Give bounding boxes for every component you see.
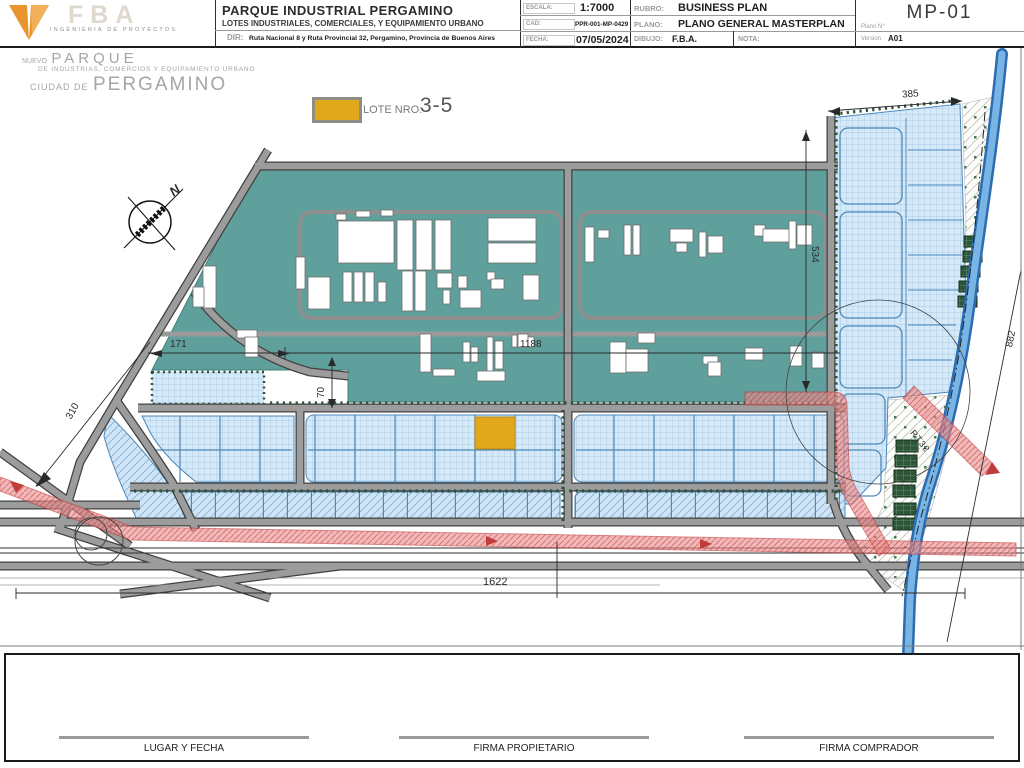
signature-comprador: FIRMA COMPRADOR	[744, 736, 994, 754]
legend-label: LOTE NRO:	[363, 104, 422, 116]
dir-label: DIR:	[227, 33, 243, 42]
sheet-title: PARQUE INDUSTRIAL PERGAMINO	[222, 3, 453, 18]
dim-385: 385	[902, 88, 919, 100]
dim-171: 171	[170, 339, 187, 350]
promo-parque: PARQUE	[51, 50, 137, 67]
signature-label: FIRMA PROPIETARIO	[399, 743, 649, 754]
fba-logo-icon	[8, 4, 52, 44]
sheet-subtitle: LOTES INDUSTRIALES, COMERCIALES, Y EQUIP…	[222, 19, 484, 28]
sheet-number: MP-01	[855, 2, 1024, 24]
signature-line	[59, 736, 309, 739]
promo-line-3: CIUDAD DE PERGAMINO	[30, 74, 227, 96]
dim-1622: 1622	[483, 576, 507, 588]
signature-label: LUGAR Y FECHA	[59, 743, 309, 754]
rubro-value: BUSINESS PLAN	[678, 2, 767, 14]
escala-label: ESCALA:	[523, 3, 575, 14]
legend-lot-swatch	[312, 97, 362, 123]
logo-tagline: INGENIERIA DE PROYECTOS	[50, 27, 177, 33]
sheet-number-label: Plano N°	[861, 24, 885, 30]
nota-label: NOTA:	[738, 36, 760, 43]
version-value: A01	[888, 34, 903, 43]
plano-value: PLANO GENERAL MASTERPLAN	[678, 18, 845, 30]
cad-value: PPR-001-MP-0429	[575, 21, 628, 28]
promo-pergamino: PERGAMINO	[93, 74, 227, 95]
masterplan-sheet: FBA INGENIERIA DE PROYECTOS PARQUE INDUS…	[0, 0, 1024, 768]
promo-ciudad-de: CIUDAD DE	[30, 82, 89, 92]
cad-label: CAD:	[523, 19, 575, 30]
legend-lot-number: 3-5	[420, 94, 453, 118]
dibujo-label: DIBUJO:	[634, 36, 663, 43]
promo-line-2: DE INDUSTRIAS, COMERCIOS Y EQUIPAMIENTO …	[38, 66, 255, 73]
promo-nuevo: NUEVO	[22, 58, 47, 65]
signature-line	[744, 736, 994, 739]
dim-1188: 1188	[520, 339, 542, 350]
rubro-label: RUBRO:	[634, 4, 664, 13]
dim-70: 70	[316, 387, 327, 398]
signature-line	[399, 736, 649, 739]
signature-panel: LUGAR Y FECHA FIRMA PROPIETARIO FIRMA CO…	[4, 653, 1020, 762]
title-block: FBA INGENIERIA DE PROYECTOS PARQUE INDUS…	[0, 0, 1024, 48]
fecha-value: 07/05/2024	[576, 34, 629, 46]
version-label: Version	[861, 36, 881, 42]
signature-lugar-fecha: LUGAR Y FECHA	[59, 736, 309, 754]
fecha-label: FECHA:	[523, 35, 575, 46]
dibujo-value: F.B.A.	[672, 34, 697, 44]
dim-534: 534	[809, 246, 820, 263]
signature-propietario: FIRMA PROPIETARIO	[399, 736, 649, 754]
escala-value: 1:7000	[580, 2, 614, 14]
plano-label: PLANO:	[634, 20, 663, 29]
highlighted-lot-3-5	[475, 417, 515, 449]
dir-value: Ruta Nacional 8 y Ruta Provincial 32, Pe…	[249, 35, 495, 42]
signature-label: FIRMA COMPRADOR	[744, 743, 994, 754]
fba-watermark: FBA	[68, 1, 140, 30]
